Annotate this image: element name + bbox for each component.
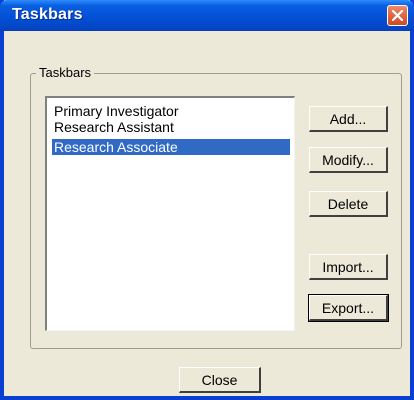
import-button[interactable]: Import...	[309, 254, 388, 280]
close-window-button[interactable]	[387, 5, 408, 26]
groupbox-label: Taskbars	[36, 65, 95, 80]
window-title: Taskbars	[12, 6, 83, 23]
modify-button[interactable]: Modify...	[309, 147, 388, 173]
delete-button[interactable]: Delete	[309, 191, 388, 217]
title-bar[interactable]: Taskbars	[0, 0, 414, 31]
close-button[interactable]: Close	[179, 367, 261, 393]
list-item-research-associate[interactable]: Research Associate	[52, 139, 290, 155]
export-button[interactable]: Export...	[308, 294, 389, 322]
taskbar-listbox[interactable]: Primary Investigator Research Assistant …	[45, 96, 295, 331]
list-item-research-assistant[interactable]: Research Assistant	[54, 119, 174, 135]
list-item-primary-investigator[interactable]: Primary Investigator	[54, 103, 178, 119]
add-button[interactable]: Add...	[309, 106, 388, 132]
close-x-icon	[392, 10, 403, 21]
